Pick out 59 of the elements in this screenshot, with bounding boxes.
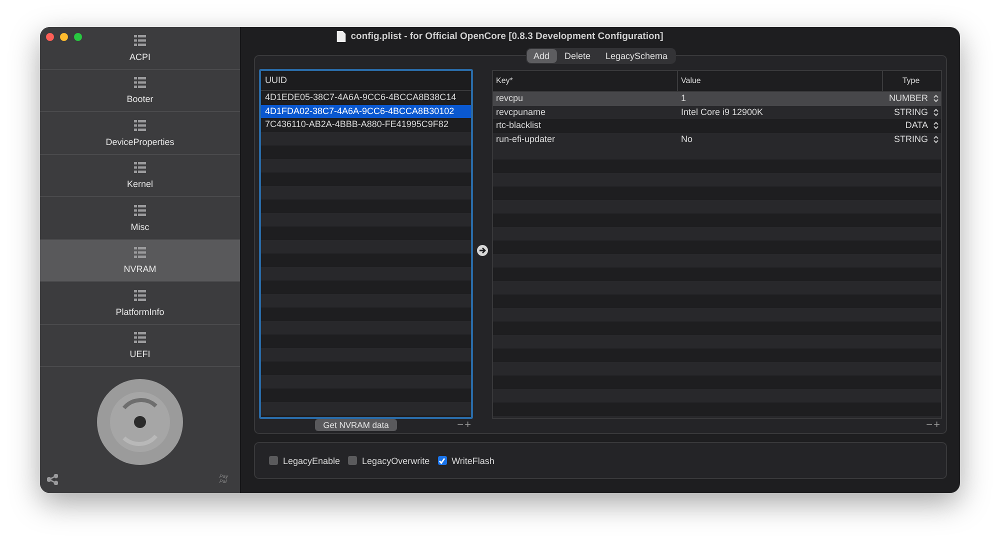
checkbox[interactable]: [269, 456, 278, 466]
list-icon: [134, 162, 146, 173]
key-cell-text: revcpu: [495, 92, 524, 105]
tab[interactable]: Add: [526, 49, 556, 63]
window-title: config.plist - for Official OpenCore [0.8.3 Development Configuration]: [336, 31, 664, 42]
value-cell: No: [681, 134, 693, 144]
add-button[interactable]: +: [464, 419, 471, 432]
table-row[interactable]: revcpu 1 NUMBER: [493, 92, 941, 106]
type-cell-text: STRING: [894, 132, 928, 146]
type-cell-text: NUMBER: [888, 92, 928, 105]
value-cell: 1: [681, 93, 686, 103]
sidebar-item[interactable]: UEFI: [40, 325, 240, 367]
list-icon: [134, 204, 146, 216]
zoom-button[interactable]: [74, 33, 82, 41]
tab[interactable]: LegacySchema: [598, 49, 675, 63]
checkbox[interactable]: [348, 456, 358, 466]
sidebar-item[interactable]: DeviceProperties: [40, 112, 240, 154]
remove-button[interactable]: −: [926, 419, 933, 432]
type-cell-text: DATA: [905, 119, 928, 132]
stepper-icon[interactable]: [933, 108, 939, 117]
document-icon: [336, 31, 346, 42]
add-button[interactable]: +: [934, 419, 940, 432]
list-icon: [134, 332, 146, 343]
sidebar-item[interactable]: Kernel: [40, 155, 240, 197]
key-cell-text: revcpuname: [495, 106, 547, 119]
list-icon: [134, 34, 146, 46]
checkbox-label: LegacyEnable: [283, 456, 340, 466]
column-header: Type: [901, 75, 921, 87]
list-icon: [134, 290, 146, 300]
checkbox-label: LegacyOverwrite: [362, 456, 430, 466]
share-icon[interactable]: [47, 474, 58, 485]
list-icon: [134, 77, 146, 88]
remove-button[interactable]: −: [457, 419, 464, 432]
disk-logo-icon: [96, 378, 184, 466]
sidebar-item[interactable]: NVRAM: [40, 240, 240, 282]
arrow-right-icon[interactable]: [477, 244, 488, 256]
list-icon: [134, 120, 146, 130]
key-cell-text: run-efi-updater: [495, 132, 556, 146]
sidebar-item[interactable]: ACPI: [40, 28, 240, 70]
list-icon: [134, 247, 146, 258]
stepper-icon[interactable]: [933, 94, 939, 104]
sidebar-item[interactable]: PlatformInfo: [40, 282, 240, 324]
table-row[interactable]: revcpuname Intel Core i9 12900K STRING: [493, 106, 941, 119]
stepper-icon[interactable]: [933, 134, 939, 144]
get-nvram-button[interactable]: Get NVRAM data: [315, 419, 397, 432]
value-cell: Intel Core i9 12900K: [681, 106, 764, 116]
close-button[interactable]: [46, 33, 54, 41]
minimize-button[interactable]: [60, 33, 68, 41]
checkbox[interactable]: [438, 456, 447, 466]
key-cell-text: rtc-blacklist: [495, 119, 542, 132]
column-header: Key*: [493, 71, 678, 91]
column-header: Value: [678, 71, 883, 91]
sidebar-item[interactable]: Booter: [40, 70, 240, 112]
list-row[interactable]: 4D1FDA02-38C7-4A6A-9CC6-4BCCA8B30102: [261, 104, 471, 118]
table-row[interactable]: run-efi-updater No STRING: [493, 132, 941, 146]
stepper-icon[interactable]: [933, 121, 939, 130]
checkbox-label: WriteFlash: [452, 456, 494, 466]
type-cell-text: STRING: [894, 106, 928, 118]
tab[interactable]: Delete: [557, 49, 598, 63]
